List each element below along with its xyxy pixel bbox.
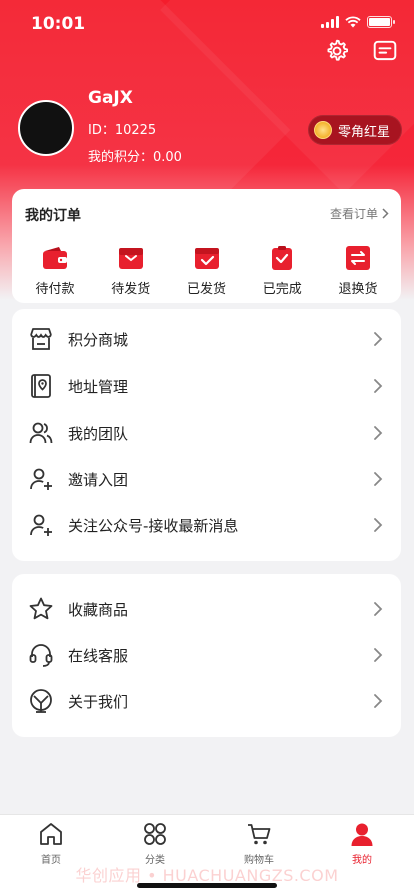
menu-item-label: 在线客服 [68,647,129,665]
menu-item-label: 收藏商品 [68,601,129,619]
message-icon[interactable] [372,38,398,64]
add-user-icon [30,468,52,490]
order-status-label: 已发货 [186,282,226,297]
tab-category[interactable]: 分类 [125,821,185,866]
chevron-right-icon [382,208,389,219]
clipboard-check-icon [272,246,293,270]
package-icon [118,248,143,269]
store-icon [30,328,52,350]
add-user-icon [30,514,52,536]
user-name: GaJX [88,88,133,108]
menu-item-label: 邀请入团 [68,471,129,489]
battery-icon [367,16,395,28]
menu-item-about-us[interactable]: 关于我们 [12,678,401,724]
menu-item-label: 关注公众号-接收最新消息 [68,517,239,535]
level-badge[interactable]: 零角红星 [307,115,402,145]
order-status-returns[interactable]: 退换货 [325,245,391,297]
chevron-right-icon [374,379,383,393]
orders-title: 我的订单 [25,208,81,224]
menu-item-favorites[interactable]: 收藏商品 [12,586,401,632]
tab-cart[interactable]: 购物车 [229,821,289,866]
menu-card-more: 收藏商品 在线客服 关于我们 [12,574,401,737]
signal-icon [321,16,339,28]
star-icon [29,597,53,620]
header-actions [324,38,398,64]
avatar[interactable] [18,100,74,156]
view-all-orders-link[interactable]: 查看订单 [330,205,389,222]
order-status-shipped[interactable]: 已发货 [174,245,240,297]
menu-item-label: 地址管理 [68,378,129,396]
order-status-pending-payment[interactable]: 待付款 [22,245,88,297]
headset-icon [29,644,53,667]
user-points: 我的积分：0.00 [88,150,182,165]
exchange-icon [346,246,370,270]
status-icons [321,16,395,28]
tab-mine[interactable]: 我的 [332,821,392,866]
wallet-icon [43,247,67,269]
menu-item-my-team[interactable]: 我的团队 [12,410,401,456]
shipped-box-icon [194,248,219,269]
order-status-label: 已完成 [262,282,302,297]
menu-card-services: 积分商城 地址管理 我的团队 邀请入团 关注公众号-接收最新消息 [12,309,401,561]
order-status-completed[interactable]: 已完成 [249,245,315,297]
settings-gear-icon[interactable] [324,38,350,64]
menu-item-label: 我的团队 [68,425,129,443]
menu-item-points-mall[interactable]: 积分商城 [12,316,401,362]
chevron-right-icon [374,602,383,616]
wifi-icon [345,16,361,28]
orders-card: 我的订单 查看订单 待付款 待发货 已发货 已完成 退换货 [12,189,401,303]
category-icon [144,823,166,845]
menu-item-address[interactable]: 地址管理 [12,363,401,409]
home-indicator [137,883,277,888]
team-icon [29,422,53,444]
coin-icon [313,121,332,139]
order-status-label: 待付款 [35,282,75,297]
home-icon [40,823,62,845]
menu-item-invite[interactable]: 邀请入团 [12,456,401,502]
chevron-right-icon [374,426,383,440]
view-all-orders-label: 查看订单 [329,207,378,221]
order-status-label: 待发货 [111,282,151,297]
chevron-right-icon [374,694,383,708]
user-id: ID：10225 [88,123,157,138]
order-status-row: 待付款 待发货 已发货 已完成 退换货 [12,245,401,297]
menu-item-customer-service[interactable]: 在线客服 [12,632,401,678]
chevron-right-icon [374,648,383,662]
level-badge-label: 零角红星 [337,124,390,140]
menu-item-label: 积分商城 [68,331,129,349]
tab-home[interactable]: 首页 [21,821,81,866]
status-time: 10:01 [31,14,86,34]
cart-icon [248,824,271,845]
user-icon [351,823,373,846]
menu-item-follow-official-account[interactable]: 关注公众号-接收最新消息 [12,502,401,548]
chevron-right-icon [374,332,383,346]
order-status-pending-shipment[interactable]: 待发货 [98,245,164,297]
chevron-right-icon [374,472,383,486]
about-icon [30,689,52,713]
menu-item-label: 关于我们 [68,693,129,711]
chevron-right-icon [374,518,383,532]
address-book-icon [31,374,51,398]
order-status-label: 退换货 [338,282,378,297]
